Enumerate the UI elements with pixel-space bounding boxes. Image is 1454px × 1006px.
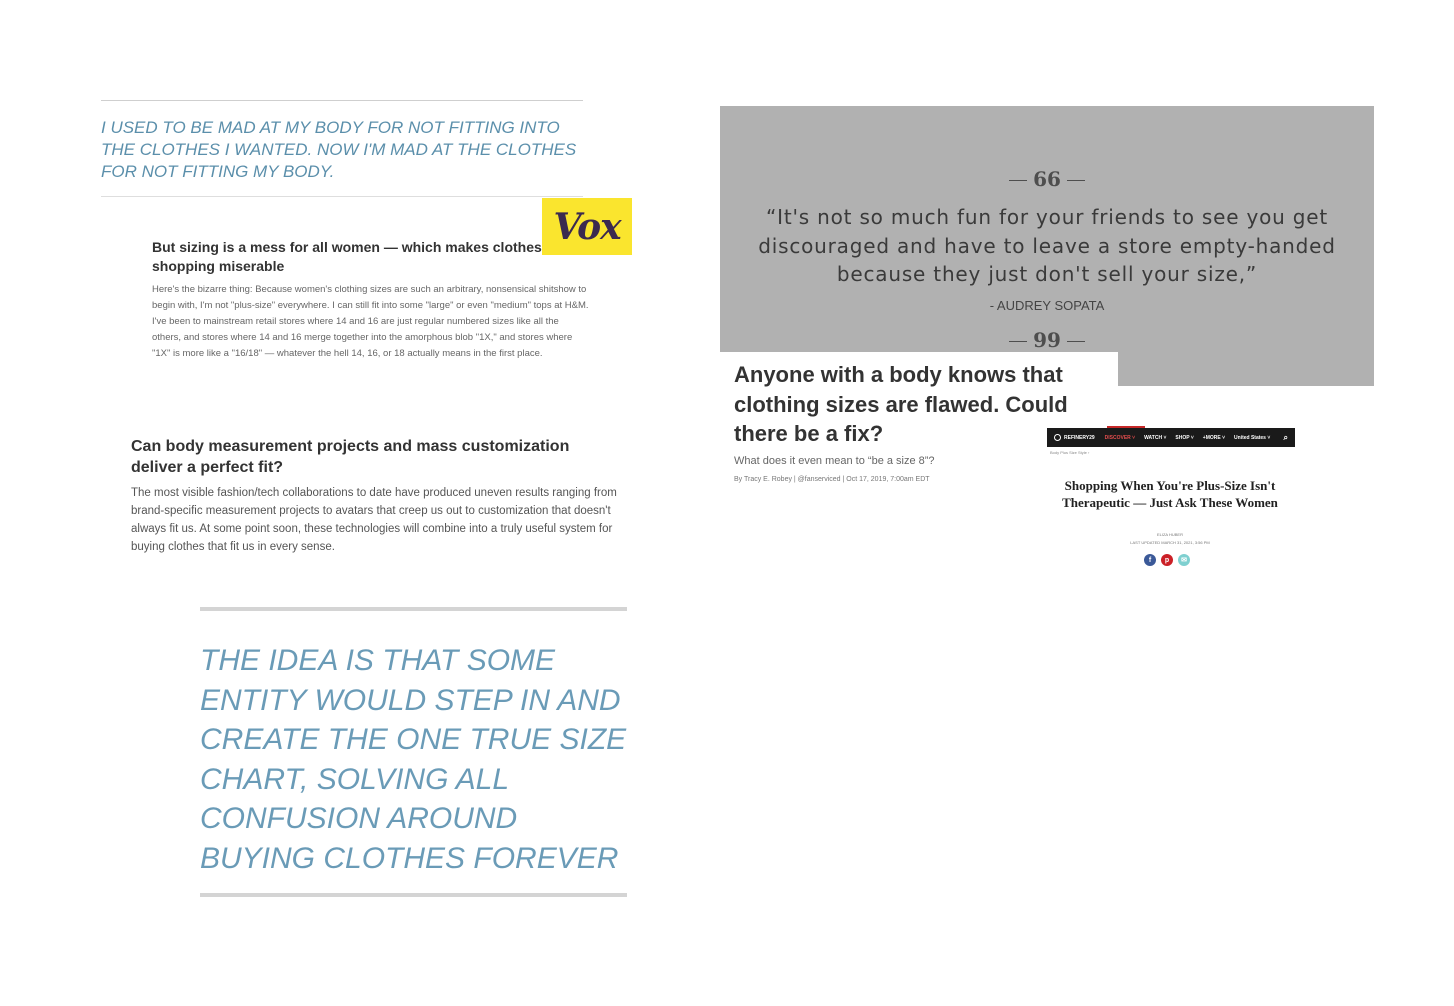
r29-author[interactable]: ELIZA HUBER [1062, 532, 1278, 537]
nav-item-region[interactable]: United States ˅ [1234, 435, 1270, 441]
r29-logo[interactable]: REFINERY29 [1054, 434, 1095, 441]
close-quote-icon: 99 [720, 328, 1374, 352]
pull-quote-large-text: The idea is that some entity would step … [200, 644, 627, 875]
nav-item-more[interactable]: +MORE ˅ [1203, 435, 1225, 441]
r29-article-title: Shopping When You're Plus-Size Isn't The… [1062, 478, 1278, 510]
article-byline: By Tracy E. Robey | @fanserviced | Oct 1… [734, 476, 930, 483]
r29-updated-date: LAST UPDATED MARCH 31, 2021, 3:56 PM [1130, 540, 1210, 545]
nav-item-discover[interactable]: DISCOVER ˅ [1105, 435, 1135, 441]
divider [101, 196, 583, 197]
pull-quote-text: I used to be mad at my body for not fitt… [101, 118, 577, 181]
search-icon[interactable]: ⌕ [1284, 433, 1288, 443]
share-buttons: f p ✉ [1144, 554, 1190, 566]
vox-logo: Vox [542, 198, 632, 255]
vox-section-body: Here's the bizarre thing: Because women'… [152, 284, 589, 359]
pull-quote-top: I used to be mad at my body for not fitt… [101, 100, 583, 197]
nav-item-shop[interactable]: SHOP ˅ [1175, 435, 1193, 441]
r29-logo-icon [1054, 434, 1061, 441]
r29-nav-bar: REFINERY29 DISCOVER ˅ WATCH ˅ SHOP ˅ +MO… [1047, 428, 1295, 447]
quote-text: “It's not so much fun for your friends t… [758, 205, 1336, 286]
pull-quote-large: The idea is that some entity would step … [200, 607, 627, 897]
divider [200, 893, 627, 897]
section-body: The most visible fashion/tech collaborat… [131, 487, 617, 553]
quote-attribution: - AUDREY SOPATA [989, 298, 1105, 313]
divider [200, 607, 627, 611]
section-heading: Can body measurement projects and mass c… [131, 438, 570, 476]
vox-section-heading: But sizing is a mess for all women — whi… [152, 239, 542, 274]
breadcrumb[interactable]: Body Plus Size Style › [1050, 450, 1089, 455]
pinterest-icon[interactable]: p [1161, 554, 1173, 566]
article-subtitle: What does it even mean to “be a size 8”? [734, 455, 935, 467]
facebook-icon[interactable]: f [1144, 554, 1156, 566]
email-icon[interactable]: ✉ [1178, 554, 1190, 566]
divider [101, 100, 583, 101]
open-quote-icon: 66 [720, 167, 1374, 191]
nav-item-watch[interactable]: WATCH ˅ [1144, 435, 1166, 441]
